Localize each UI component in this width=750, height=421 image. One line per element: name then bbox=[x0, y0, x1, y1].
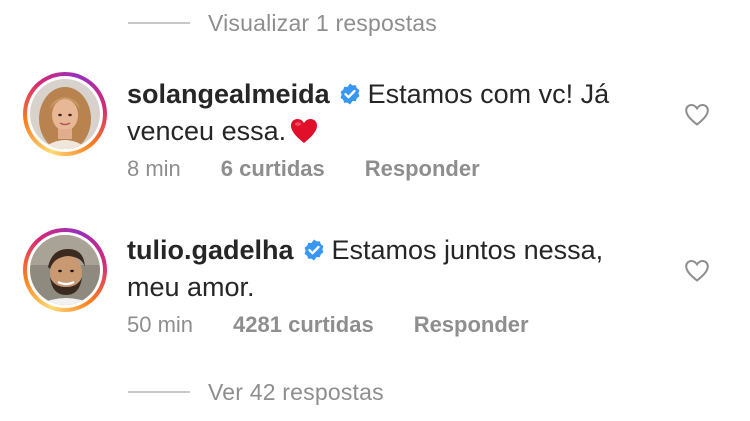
view-replies-label: Ver 42 respostas bbox=[208, 378, 384, 405]
likes-count-button[interactable]: 6 curtidas bbox=[221, 156, 325, 182]
view-replies-button[interactable]: Visualizar 1 respostas bbox=[128, 8, 437, 38]
likes-count-button[interactable]: 4281 curtidas bbox=[233, 312, 374, 338]
comment-line-1: Estamos com vc! Já bbox=[367, 79, 610, 109]
heart-outline-icon[interactable] bbox=[684, 102, 710, 128]
verified-badge-icon bbox=[340, 83, 359, 105]
divider-line bbox=[128, 22, 190, 24]
username-link[interactable]: solangealmeida bbox=[127, 79, 330, 109]
red-heart-emoji bbox=[291, 119, 318, 143]
timestamp: 8 min bbox=[127, 156, 181, 181]
avatar-photo bbox=[30, 79, 100, 149]
comment-text: tulio.gadelha Estamos juntos nessa, meu am… bbox=[127, 232, 667, 306]
comment-line-2: venceu essa. bbox=[127, 116, 287, 146]
verified-badge-icon bbox=[304, 239, 323, 261]
comment-meta: 8 min 6 curtidas Responder bbox=[127, 156, 480, 182]
avatar[interactable] bbox=[23, 228, 107, 312]
avatar[interactable] bbox=[23, 72, 107, 156]
reply-button[interactable]: Responder bbox=[365, 156, 480, 182]
timestamp: 50 min bbox=[127, 312, 194, 337]
comment-text: solangealmeida Estamos com vc! Já venceu e… bbox=[127, 76, 667, 150]
heart-outline-icon[interactable] bbox=[684, 258, 710, 284]
username-link[interactable]: tulio.gadelha bbox=[127, 235, 294, 265]
reply-button[interactable]: Responder bbox=[414, 312, 529, 338]
view-replies-label: Visualizar 1 respostas bbox=[208, 9, 437, 36]
divider-line bbox=[128, 391, 190, 393]
comment-meta: 50 min 4281 curtidas Responder bbox=[127, 312, 529, 338]
avatar-photo bbox=[30, 235, 100, 305]
comment-line-2: meu amor. bbox=[127, 272, 255, 302]
view-replies-button[interactable]: Ver 42 respostas bbox=[128, 377, 384, 407]
comment-line-1: Estamos juntos nessa, bbox=[331, 235, 604, 265]
